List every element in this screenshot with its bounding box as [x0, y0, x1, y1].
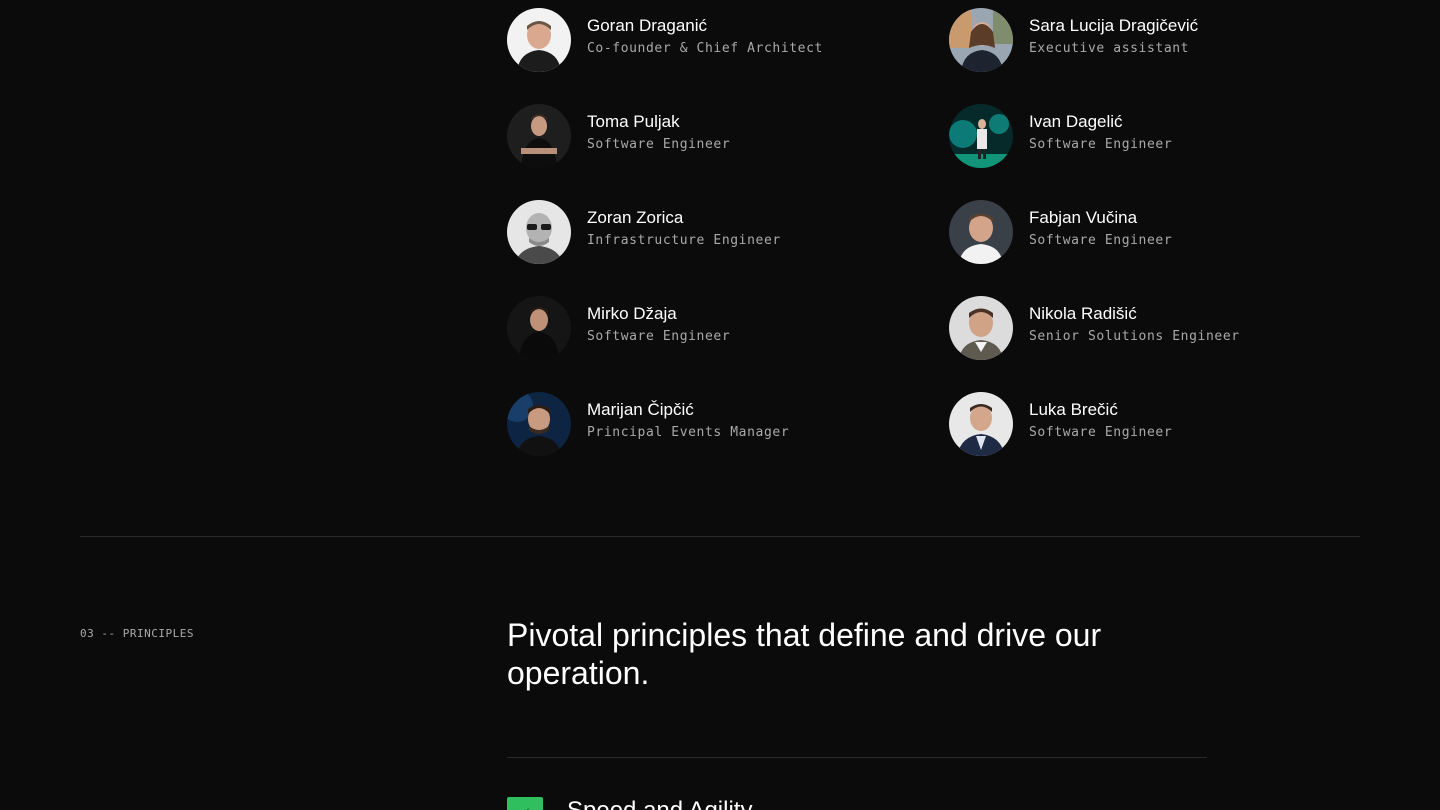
principle-item: ⚡ Speed and Agility [507, 797, 752, 810]
avatar [507, 296, 571, 360]
team-member: Ivan Dagelić Software Engineer [949, 104, 1172, 168]
member-role: Co-founder & Chief Architect [587, 41, 823, 56]
team-member: Fabjan Vučina Software Engineer [949, 200, 1172, 264]
member-role: Infrastructure Engineer [587, 233, 781, 248]
team-member: Nikola Radišić Senior Solutions Engineer [949, 296, 1240, 360]
member-name: Goran Draganić [587, 16, 708, 35]
team-member: Sara Lucija Dragičević Executive assista… [949, 8, 1198, 72]
member-name: Nikola Radišić [1029, 304, 1137, 323]
avatar [949, 200, 1013, 264]
member-name: Zoran Zorica [587, 208, 684, 227]
avatar [949, 392, 1013, 456]
member-role: Software Engineer [1029, 425, 1173, 440]
member-name: Luka Brečić [1029, 400, 1118, 419]
section-divider [80, 536, 1360, 537]
section-label: 03 -- PRINCIPLES [80, 627, 194, 640]
member-role: Software Engineer [587, 329, 731, 344]
lightning-icon: ⚡ [507, 797, 543, 810]
avatar [507, 104, 571, 168]
avatar [507, 200, 571, 264]
avatar [949, 8, 1013, 72]
team-member: Luka Brečić Software Engineer [949, 392, 1172, 456]
member-role: Software Engineer [587, 137, 731, 152]
avatar [507, 8, 571, 72]
team-member: Mirko Džaja Software Engineer [507, 296, 730, 360]
member-role: Principal Events Manager [587, 425, 790, 440]
principle-title: Speed and Agility [567, 797, 752, 810]
member-name: Fabjan Vučina [1029, 208, 1138, 227]
team-member: Goran Draganić Co-founder & Chief Archit… [507, 8, 823, 72]
member-role: Software Engineer [1029, 233, 1173, 248]
avatar [949, 104, 1013, 168]
member-role: Executive assistant [1029, 41, 1190, 56]
member-name: Marijan Čipčić [587, 400, 694, 419]
page: Goran Draganić Co-founder & Chief Archit… [0, 0, 1440, 810]
principles-heading: Pivotal principles that define and drive… [507, 617, 1102, 691]
team-member: Toma Puljak Software Engineer [507, 104, 730, 168]
avatar [507, 392, 571, 456]
team-member: Zoran Zorica Infrastructure Engineer [507, 200, 781, 264]
member-name: Sara Lucija Dragičević [1029, 16, 1199, 35]
avatar [949, 296, 1013, 360]
principles-divider [507, 757, 1207, 758]
member-role: Software Engineer [1029, 137, 1173, 152]
member-name: Mirko Džaja [587, 304, 677, 323]
member-name: Ivan Dagelić [1029, 112, 1123, 131]
member-role: Senior Solutions Engineer [1029, 329, 1240, 344]
team-member: Marijan Čipčić Principal Events Manager [507, 392, 789, 456]
member-name: Toma Puljak [587, 112, 680, 131]
